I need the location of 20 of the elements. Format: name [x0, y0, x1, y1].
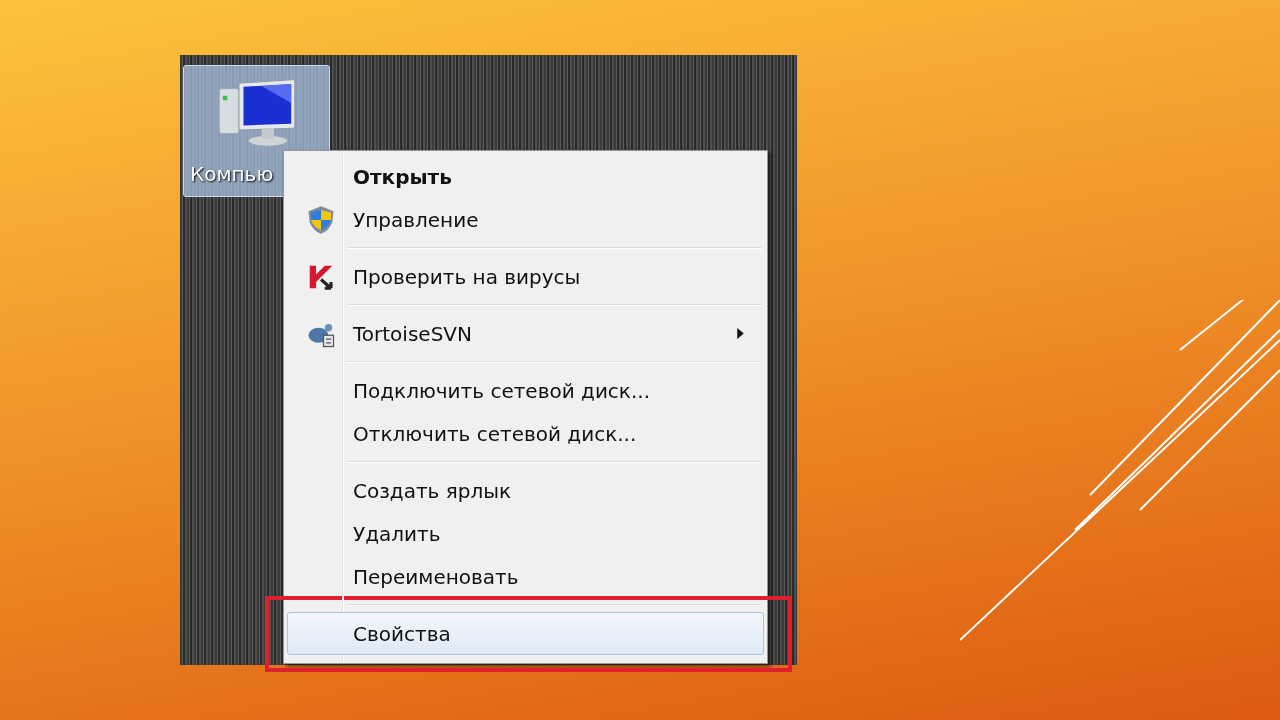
- menu-item-label: Создать ярлык: [353, 478, 512, 503]
- menu-item-label: Проверить на вирусы: [353, 264, 581, 289]
- icon-label: Компью: [190, 162, 274, 186]
- menu-item-label: Управление: [353, 207, 479, 232]
- menu-item-label: Отключить сетевой диск...: [353, 421, 637, 446]
- menu-item[interactable]: Удалить: [287, 512, 764, 555]
- menu-item[interactable]: TortoiseSVN: [287, 312, 764, 355]
- menu-item-label: Подключить сетевой диск...: [353, 378, 651, 403]
- menu-item-label: Свойства: [353, 621, 451, 646]
- menu-item[interactable]: Отключить сетевой диск...: [287, 412, 764, 455]
- menu-item[interactable]: Свойства: [287, 612, 764, 655]
- menu-item[interactable]: Управление: [287, 198, 764, 241]
- menu-item-label: TortoiseSVN: [353, 321, 472, 346]
- menu-item[interactable]: Переименовать: [287, 555, 764, 598]
- menu-item[interactable]: Создать ярлык: [287, 469, 764, 512]
- menu-item[interactable]: Подключить сетевой диск...: [287, 369, 764, 412]
- menu-item-label: Переименовать: [353, 564, 519, 589]
- menu-item-label: Открыть: [353, 164, 452, 189]
- menu-item[interactable]: Проверить на вирусы: [287, 255, 764, 298]
- menu-item-label: Удалить: [353, 521, 441, 546]
